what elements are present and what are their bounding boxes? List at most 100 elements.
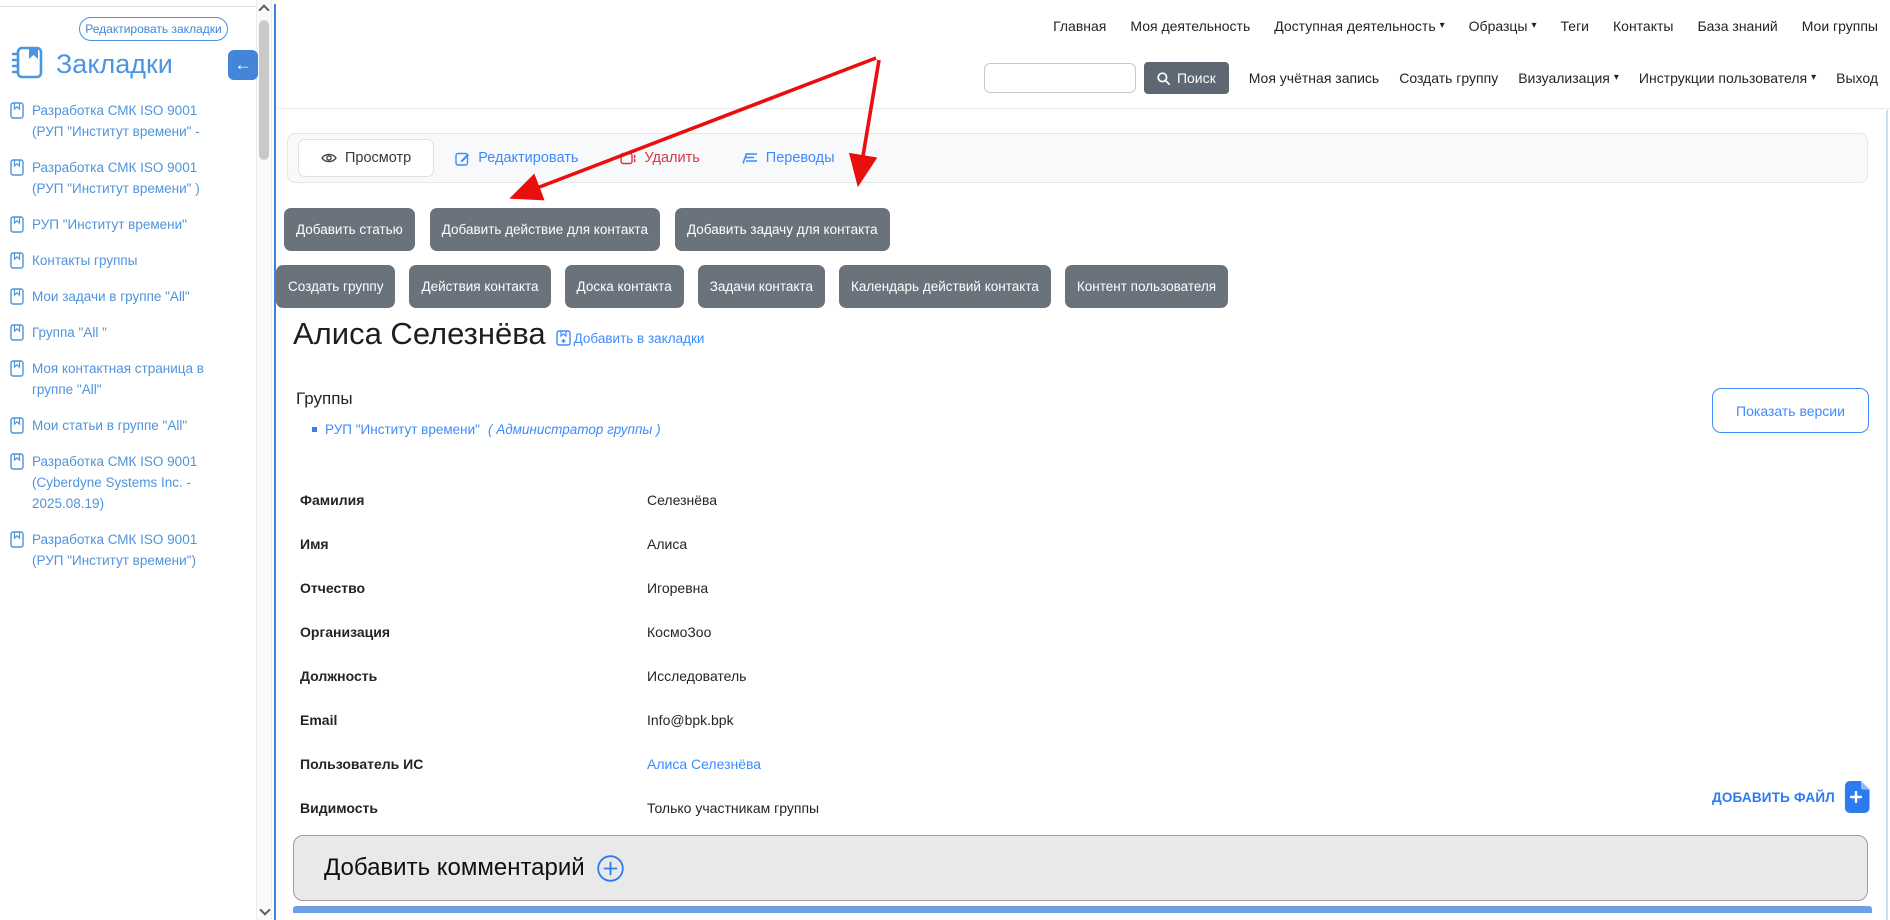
bookmark-list-item[interactable]: Моя контактная страница в группе "All" bbox=[10, 358, 212, 400]
entity-tabs: Просмотр Редактировать Удалить Переводы bbox=[287, 133, 1868, 183]
contact-actions-calendar-button[interactable]: Календарь действий контакта bbox=[839, 265, 1051, 308]
bookmark-list-item[interactable]: Разработка СМК ISO 9001 (РУП "Институт в… bbox=[10, 100, 212, 142]
sidebar-collapse-button[interactable]: ← bbox=[228, 50, 258, 80]
chevron-down-icon: ▾ bbox=[1811, 73, 1816, 83]
bookmark-link[interactable]: Контакты группы bbox=[32, 250, 137, 271]
user-content-button[interactable]: Контент пользователя bbox=[1065, 265, 1228, 308]
nav-user-instructions[interactable]: Инструкции пользователя ▾ bbox=[1639, 70, 1816, 86]
field-row-firstname: Имя Алиса bbox=[300, 522, 1500, 566]
tab-edit[interactable]: Редактировать bbox=[434, 150, 599, 166]
nav-my-activity[interactable]: Моя деятельность bbox=[1130, 18, 1250, 34]
header-divider bbox=[277, 108, 1890, 109]
bookmark-list-item[interactable]: Разработка СМК ISO 9001 (РУП "Институт в… bbox=[10, 529, 212, 571]
nav-tags[interactable]: Теги bbox=[1561, 18, 1589, 34]
scrollbar-thumb[interactable] bbox=[259, 20, 269, 160]
bookmark-list-item[interactable]: РУП "Институт времени" bbox=[10, 214, 212, 235]
field-row-middlename: Отчество Игоревна bbox=[300, 566, 1500, 610]
tab-translations[interactable]: Переводы bbox=[721, 150, 856, 166]
add-comment-panel[interactable]: Добавить комментарий bbox=[293, 835, 1868, 901]
chevron-down-icon: ▾ bbox=[1614, 73, 1619, 83]
list-bullet bbox=[312, 427, 317, 432]
eye-icon bbox=[321, 152, 337, 164]
nav-contacts[interactable]: Контакты bbox=[1613, 18, 1673, 34]
arrow-left-icon: ← bbox=[235, 55, 252, 75]
group-link[interactable]: РУП "Институт времени" bbox=[325, 422, 480, 437]
action-buttons-row1: Добавить статью Добавить действие для ко… bbox=[284, 208, 890, 251]
main-panel-left-border bbox=[274, 4, 276, 920]
nav-create-group[interactable]: Создать группу bbox=[1399, 70, 1498, 86]
is-user-link[interactable]: Алиса Селезнёва bbox=[647, 756, 761, 772]
field-row-visibility: Видимость Только участникам группы bbox=[300, 786, 1500, 830]
bookmark-list-item[interactable]: Мои статьи в группе "All" bbox=[10, 415, 212, 436]
bookmark-link[interactable]: Разработка СМК ISO 9001 (РУП "Институт в… bbox=[32, 157, 212, 199]
nav-samples[interactable]: Образцы ▾ bbox=[1469, 18, 1537, 34]
bookmark-icon bbox=[10, 102, 24, 119]
contact-tasks-button[interactable]: Задачи контакта bbox=[698, 265, 825, 308]
add-contact-task-button[interactable]: Добавить задачу для контакта bbox=[675, 208, 890, 251]
bookmark-icon bbox=[10, 159, 24, 176]
nav-home[interactable]: Главная bbox=[1053, 18, 1106, 34]
bookmarks-sidebar: Редактировать закладки Закладки Разработ… bbox=[0, 0, 255, 920]
bookmark-link[interactable]: Разработка СМК ISO 9001 (Cyberdyne Syste… bbox=[32, 451, 212, 514]
bookmark-list-item[interactable]: Контакты группы bbox=[10, 250, 212, 271]
bookmark-list-item[interactable]: Мои задачи в группе "All" bbox=[10, 286, 212, 307]
translations-icon bbox=[742, 152, 758, 165]
bookmark-icon bbox=[10, 360, 24, 377]
edit-bookmarks-button[interactable]: Редактировать закладки bbox=[79, 17, 228, 41]
sidebar-scrollbar[interactable] bbox=[256, 0, 272, 920]
bookmark-list-item[interactable]: Разработка СМК ISO 9001 (РУП "Институт в… bbox=[10, 157, 212, 199]
page-title: Алиса Селезнёва bbox=[293, 314, 546, 354]
bookmark-list-item[interactable]: Разработка СМК ISO 9001 (Cyberdyne Syste… bbox=[10, 451, 212, 514]
bookmark-link[interactable]: Разработка СМК ISO 9001 (РУП "Институт в… bbox=[32, 529, 212, 571]
nav-available-activity[interactable]: Доступная деятельность ▾ bbox=[1274, 18, 1444, 34]
scroll-up-arrow-icon[interactable] bbox=[258, 4, 269, 15]
group-role-label: ( Администратор группы ) bbox=[488, 422, 661, 437]
contact-actions-button[interactable]: Действия контакта bbox=[409, 265, 550, 308]
bookmark-link[interactable]: Группа "All " bbox=[32, 322, 107, 343]
contact-fields: Фамилия Селезнёва Имя Алиса Отчество Иго… bbox=[300, 478, 1500, 830]
bookmark-link[interactable]: Моя контактная страница в группе "All" bbox=[32, 358, 212, 400]
sidebar-title: Закладки bbox=[56, 49, 173, 80]
scroll-down-arrow-icon[interactable] bbox=[259, 904, 270, 915]
bookmark-link[interactable]: Мои статьи в группе "All" bbox=[32, 415, 187, 436]
create-group-button[interactable]: Создать группу bbox=[276, 265, 395, 308]
field-row-is-user: Пользователь ИС Алиса Селезнёва bbox=[300, 742, 1500, 786]
search-input[interactable] bbox=[984, 63, 1136, 93]
bookmarks-list: Разработка СМК ISO 9001 (РУП "Институт в… bbox=[10, 100, 212, 571]
sidebar-top-divider bbox=[0, 6, 272, 7]
nav-visualization[interactable]: Визуализация ▾ bbox=[1518, 70, 1619, 86]
bookmark-list-item[interactable]: Группа "All " bbox=[10, 322, 212, 343]
tab-view[interactable]: Просмотр bbox=[298, 139, 434, 177]
contact-board-button[interactable]: Доска контакта bbox=[565, 265, 684, 308]
bookmark-link[interactable]: РУП "Институт времени" bbox=[32, 214, 187, 235]
action-buttons-row2: Создать группу Действия контакта Доска к… bbox=[276, 265, 1228, 308]
bookmark-link[interactable]: Мои задачи в группе "All" bbox=[32, 286, 190, 307]
tab-delete[interactable]: Удалить bbox=[599, 150, 720, 166]
search-button[interactable]: Поиск bbox=[1144, 62, 1229, 94]
nav-logout[interactable]: Выход bbox=[1836, 70, 1878, 86]
bookmark-icon bbox=[10, 324, 24, 341]
plus-circle-icon bbox=[597, 855, 624, 882]
secondary-nav: Поиск Моя учётная запись Создать группу … bbox=[984, 62, 1878, 94]
add-file-link[interactable]: ДОБАВИТЬ ФАЙЛ bbox=[1712, 781, 1871, 813]
bookmark-link[interactable]: Разработка СМК ISO 9001 (РУП "Институт в… bbox=[32, 100, 212, 142]
primary-nav: Главная Моя деятельность Доступная деяте… bbox=[600, 18, 1878, 34]
edit-pencil-icon bbox=[455, 151, 470, 166]
nav-knowledge-base[interactable]: База знаний bbox=[1697, 18, 1777, 34]
bookmark-icon bbox=[10, 252, 24, 269]
bookmark-icon bbox=[10, 453, 24, 470]
show-versions-button[interactable]: Показать версии bbox=[1712, 388, 1869, 433]
nav-my-groups[interactable]: Мои группы bbox=[1802, 18, 1878, 34]
add-to-bookmarks-link[interactable]: Добавить в закладки bbox=[556, 330, 705, 346]
add-article-button[interactable]: Добавить статью bbox=[284, 208, 415, 251]
nav-my-account[interactable]: Моя учётная запись bbox=[1249, 70, 1379, 86]
add-comment-label: Добавить комментарий bbox=[324, 854, 585, 882]
field-row-position: Должность Исследователь bbox=[300, 654, 1500, 698]
main-panel-right-border bbox=[1886, 110, 1888, 920]
bookmark-icon bbox=[10, 531, 24, 548]
add-contact-action-button[interactable]: Добавить действие для контакта bbox=[430, 208, 660, 251]
field-row-email: Email Info@bpk.bpk bbox=[300, 698, 1500, 742]
field-row-lastname: Фамилия Селезнёва bbox=[300, 478, 1500, 522]
bookmark-plus-icon bbox=[556, 330, 571, 346]
field-row-organization: Организация КосмоЗоо bbox=[300, 610, 1500, 654]
